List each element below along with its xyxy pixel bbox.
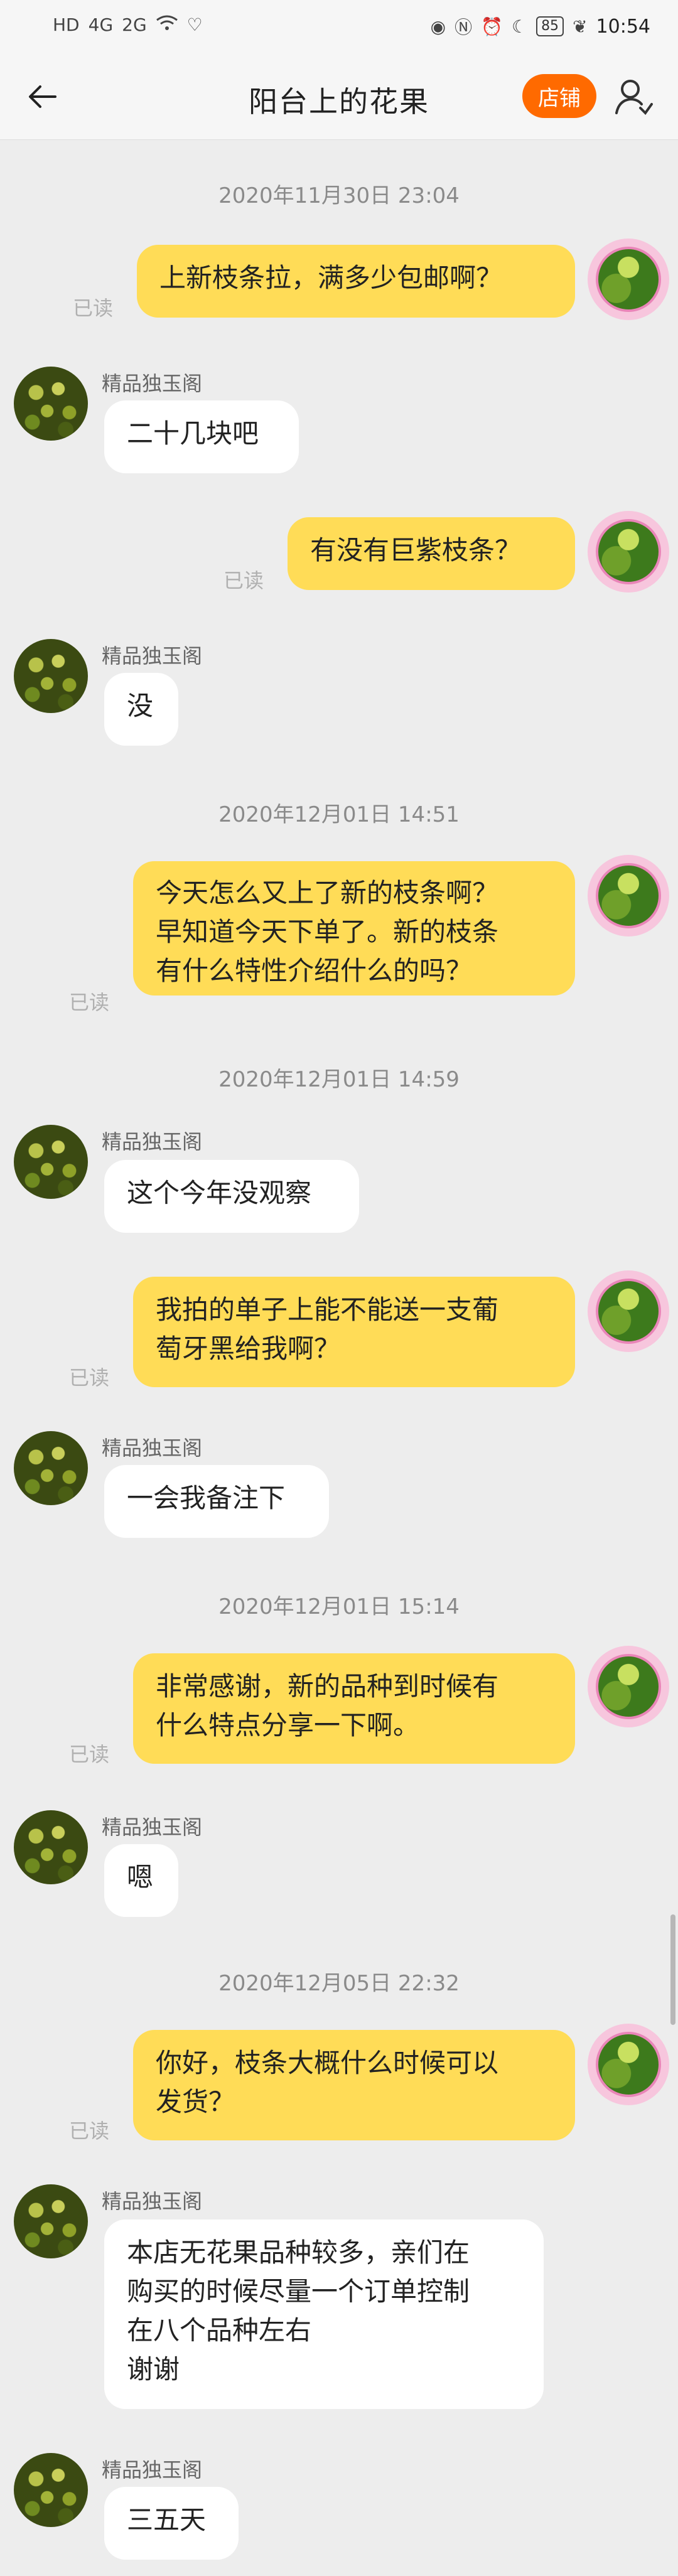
status-right-icons: ◉ Ⓝ ⏰ ☾ 85 ❦ 10:54 (431, 14, 650, 39)
read-status: 已读 (69, 1366, 110, 1390)
status-bar: HD 4G 2G ♡ ◉ Ⓝ ⏰ ☾ 85 ❦ 10:54 (0, 0, 678, 53)
read-status: 已读 (69, 2119, 110, 2143)
nfc-icon: Ⓝ (455, 17, 473, 38)
user-profile-button[interactable] (614, 77, 654, 117)
timestamp: 2020年12月01日 14:59 (218, 1067, 460, 1092)
signal-4g-icon: 4G (88, 14, 114, 35)
chat-header: 阳台上的花果 店铺 (0, 53, 678, 140)
message-bubble-incoming[interactable]: 一会我备注下 (104, 1465, 329, 1538)
message-bubble-incoming[interactable]: 本店无花果品种较多，亲们在 购买的时候尽量一个订单控制 在八个品种左右 谢谢 (104, 2219, 544, 2409)
leaf-icon: ❦ (573, 16, 588, 37)
message-bubble-incoming[interactable]: 没 (104, 673, 178, 746)
seller-avatar[interactable] (14, 367, 88, 441)
my-avatar[interactable] (588, 855, 669, 936)
timestamp: 2020年12月01日 15:14 (218, 1594, 460, 1619)
scrollbar[interactable] (670, 1914, 675, 2025)
my-avatar[interactable] (588, 511, 669, 593)
message-bubble-outgoing[interactable]: 有没有巨紫枝条？ (288, 517, 575, 590)
message-bubble-incoming[interactable]: 三五天 (104, 2487, 239, 2560)
sender-name: 精品独玉阁 (102, 2458, 203, 2482)
my-avatar[interactable] (588, 2024, 669, 2105)
sender-name: 精品独玉阁 (102, 1815, 203, 1839)
message-bubble-incoming[interactable]: 嗯 (104, 1844, 178, 1917)
read-status: 已读 (73, 296, 114, 320)
timestamp: 2020年12月05日 22:32 (218, 1971, 460, 1996)
message-bubble-outgoing[interactable]: 上新枝条拉，满多少包邮啊？ (137, 245, 575, 318)
timestamp: 2020年12月01日 14:51 (218, 802, 460, 827)
user-icon (615, 80, 653, 115)
seller-avatar[interactable] (14, 1810, 88, 1884)
timestamp: 2020年11月30日 23:04 (218, 183, 460, 208)
message-bubble-incoming[interactable]: 二十几块吧 (104, 400, 299, 473)
sender-name: 精品独玉阁 (102, 372, 203, 395)
read-status: 已读 (223, 569, 264, 593)
read-status: 已读 (69, 990, 110, 1014)
seller-avatar[interactable] (14, 639, 88, 713)
read-status: 已读 (69, 1742, 110, 1766)
moon-icon: ☾ (511, 16, 528, 37)
sender-name: 精品独玉阁 (102, 644, 203, 668)
chat-area[interactable]: 2020年11月30日 23:04 已读 上新枝条拉，满多少包邮啊？ 精品独玉阁… (0, 139, 678, 2576)
message-bubble-outgoing[interactable]: 今天怎么又上了新的枝条啊？ 早知道今天下单了。新的枝条 有什么特性介绍什么的吗？ (133, 861, 575, 996)
sender-name: 精品独玉阁 (102, 1436, 203, 1460)
seller-avatar[interactable] (14, 2184, 88, 2258)
clock: 10:54 (596, 15, 650, 38)
shop-button[interactable]: 店铺 (522, 74, 596, 118)
seller-avatar[interactable] (14, 1431, 88, 1505)
my-avatar[interactable] (588, 1270, 669, 1352)
message-bubble-outgoing[interactable]: 你好，枝条大概什么时候可以 发货？ (133, 2030, 575, 2140)
alarm-icon: ⏰ (481, 16, 503, 37)
status-left-icons: HD 4G 2G ♡ (53, 14, 203, 36)
hd-icon: HD (53, 14, 80, 35)
sender-name: 精品独玉阁 (102, 1130, 203, 1154)
seller-avatar[interactable] (14, 2453, 88, 2527)
message-bubble-incoming[interactable]: 这个今年没观察 (104, 1160, 359, 1233)
seller-avatar[interactable] (14, 1125, 88, 1199)
message-bubble-outgoing[interactable]: 非常感谢，新的品种到时候有 什么特点分享一下啊。 (133, 1653, 575, 1764)
eye-icon: ◉ (430, 16, 446, 37)
message-bubble-outgoing[interactable]: 我拍的单子上能不能送一支葡 萄牙黑给我啊？ (133, 1277, 575, 1387)
battery-level: 85 (536, 16, 564, 36)
my-avatar[interactable] (588, 239, 669, 320)
sender-name: 精品独玉阁 (102, 2189, 203, 2213)
signal-2g-icon: 2G (122, 14, 147, 35)
heart-icon: ♡ (186, 14, 203, 35)
my-avatar[interactable] (588, 1646, 669, 1727)
wifi-icon (156, 14, 178, 36)
